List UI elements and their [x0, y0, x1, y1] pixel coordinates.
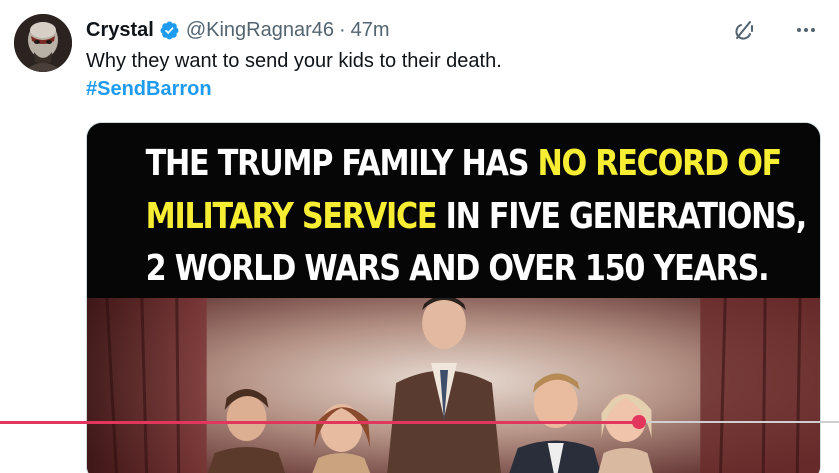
grok-icon[interactable]	[731, 17, 757, 43]
author-name[interactable]: Crystal	[86, 19, 154, 42]
caption-line-2-highlight: MILITARY SERVICE	[145, 196, 438, 237]
caption-line-1: THE TRUMP FAMILY HAS NO RECORD OF	[145, 143, 783, 184]
tweet[interactable]: Crystal @KingRagnar46 · 47m Why they wan…	[0, 0, 839, 473]
timestamp[interactable]: 47m	[351, 19, 390, 42]
caption-line-1-highlight: NO RECORD OF	[537, 143, 783, 184]
verified-badge-icon[interactable]	[159, 20, 180, 41]
caption-line-1-text: THE TRUMP FAMILY HAS	[145, 143, 538, 184]
video-progress-handle[interactable]	[632, 415, 646, 429]
caption-line-2-text: IN FIVE GENERATIONS,	[436, 196, 808, 237]
tweet-text: Why they want to send your kids to their…	[86, 50, 502, 72]
more-options-icon[interactable]	[793, 17, 819, 43]
video-progress-fill	[0, 421, 639, 424]
author-handle[interactable]: @KingRagnar46	[186, 19, 334, 42]
caption-line-2: MILITARY SERVICE IN FIVE GENERATIONS,	[145, 196, 808, 237]
tweet-header: Crystal @KingRagnar46 · 47m	[86, 15, 390, 45]
family-photo	[87, 298, 820, 473]
avatar[interactable]	[14, 14, 72, 72]
separator-dot: ·	[339, 18, 346, 41]
hashtag-link[interactable]: #SendBarron	[86, 76, 212, 102]
caption-line-3: 2 WORLD WARS AND OVER 150 YEARS.	[145, 248, 770, 289]
